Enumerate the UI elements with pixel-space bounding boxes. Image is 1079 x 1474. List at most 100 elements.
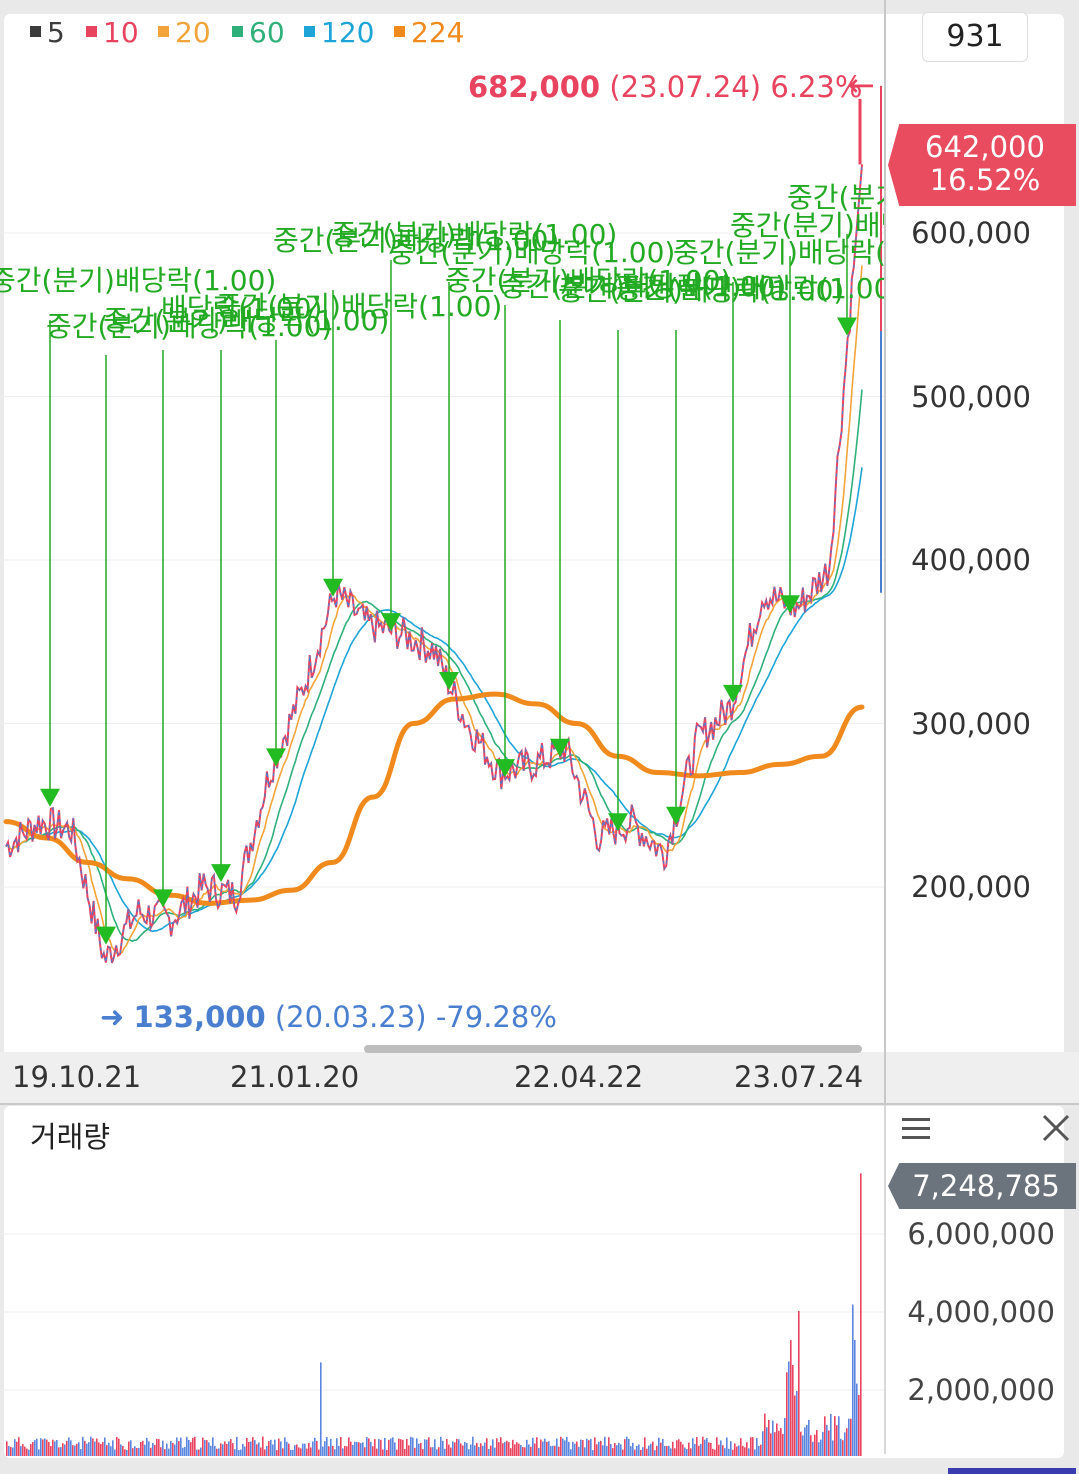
volume-bar [548, 1441, 550, 1456]
menu-icon[interactable] [902, 1118, 930, 1142]
legend-item-5[interactable]: 5 [30, 16, 65, 49]
legend-swatch [30, 25, 41, 37]
volume-bar [632, 1442, 634, 1456]
volume-bar [600, 1440, 602, 1456]
volume-bar [788, 1361, 790, 1456]
volume-bar [252, 1437, 254, 1456]
legend-item-20[interactable]: 20 [158, 16, 211, 49]
volume-bar [102, 1442, 104, 1456]
volume-bar [302, 1443, 304, 1456]
volume-bar [264, 1449, 266, 1456]
volume-bar [734, 1443, 736, 1456]
volume-bar [332, 1445, 334, 1456]
volume-bar [642, 1447, 644, 1456]
volume-bar [494, 1447, 496, 1456]
volume-bar [682, 1444, 684, 1456]
x-tick-1: 19.10.21 [12, 1060, 142, 1094]
volume-bar [536, 1437, 538, 1456]
volume-bar [434, 1439, 436, 1456]
volume-bar [272, 1444, 274, 1456]
volume-bar [316, 1440, 318, 1456]
volume-bar [712, 1448, 714, 1456]
x-tick-3: 22.04.22 [514, 1060, 644, 1094]
volume-bar [84, 1440, 86, 1456]
volume-bar [158, 1439, 160, 1456]
volume-bar [658, 1437, 660, 1456]
volume-bar [230, 1439, 232, 1456]
volume-bar [338, 1445, 340, 1456]
volume-bar [240, 1449, 242, 1456]
volume-bar [614, 1442, 616, 1456]
period-box[interactable]: 931 [922, 12, 1028, 62]
volume-bar [198, 1449, 200, 1456]
volume-bar [830, 1413, 832, 1456]
volume-bar [626, 1436, 628, 1456]
volume-bar [186, 1436, 188, 1456]
volume-bar [772, 1420, 774, 1456]
volume-tick-6m: 6,000,000 [907, 1217, 1055, 1251]
volume-bar [98, 1442, 100, 1456]
volume-bar [284, 1437, 286, 1456]
volume-bar [716, 1437, 718, 1456]
volume-bar [476, 1442, 478, 1456]
y-tick-200000: 200,000 [911, 870, 1031, 904]
volume-bar [818, 1442, 820, 1456]
close-icon[interactable] [1040, 1112, 1072, 1144]
volume-bar [66, 1440, 68, 1456]
legend-item-120[interactable]: 120 [304, 16, 374, 49]
volume-bar [848, 1418, 850, 1456]
volume-bar [22, 1444, 24, 1456]
volume-bar [144, 1444, 146, 1456]
volume-bar [756, 1437, 758, 1456]
volume-bar [670, 1448, 672, 1456]
volume-bar [24, 1446, 26, 1456]
volume-bar [180, 1437, 182, 1456]
volume-bar [572, 1441, 574, 1456]
volume-bar [590, 1438, 592, 1456]
volume-bar [454, 1442, 456, 1456]
volume-bar [322, 1446, 324, 1456]
volume-bar [226, 1443, 228, 1456]
volume-bar [660, 1442, 662, 1456]
volume-bar [54, 1441, 56, 1456]
chart-scrollbar[interactable] [364, 1045, 862, 1053]
volume-bar [392, 1437, 394, 1456]
volume-bar [486, 1438, 488, 1456]
volume-bar [282, 1448, 284, 1456]
volume-bar [678, 1439, 680, 1456]
legend-item-60[interactable]: 60 [232, 16, 285, 49]
volume-bar [328, 1446, 330, 1456]
volume-bar [462, 1445, 464, 1456]
volume-bar [556, 1438, 558, 1456]
volume-bar [18, 1437, 20, 1456]
volume-bar [182, 1447, 184, 1456]
volume-bar [220, 1443, 222, 1456]
volume-bar [656, 1445, 658, 1456]
volume-bar [92, 1438, 94, 1456]
dividend-label: 중간(분기)배당락(1.00) [616, 272, 884, 305]
volume-bar [478, 1447, 480, 1456]
volume-bar [742, 1445, 744, 1456]
volume-bar [132, 1448, 134, 1456]
volume-bar [26, 1448, 28, 1456]
legend-item-224[interactable]: 224 [394, 16, 464, 49]
volume-bar [426, 1439, 428, 1456]
volume-bar [568, 1441, 570, 1456]
volume-bar [458, 1439, 460, 1456]
dividend-marker-icon [837, 317, 857, 336]
volume-bar [274, 1439, 276, 1456]
volume-bar [438, 1447, 440, 1456]
dividend-marker-icon [495, 759, 515, 778]
volume-bar [114, 1449, 116, 1456]
volume-bar [472, 1436, 474, 1456]
volume-bar [398, 1438, 400, 1456]
volume-bar [422, 1449, 424, 1456]
legend-swatch [86, 25, 97, 37]
volume-bar [122, 1445, 124, 1456]
volume-bar [776, 1423, 778, 1456]
x-tick-2: 21.01.20 [230, 1060, 360, 1094]
volume-bar [724, 1448, 726, 1456]
y-tick-300000: 300,000 [911, 707, 1031, 741]
volume-bar [808, 1419, 810, 1456]
legend-item-10[interactable]: 10 [86, 16, 139, 49]
